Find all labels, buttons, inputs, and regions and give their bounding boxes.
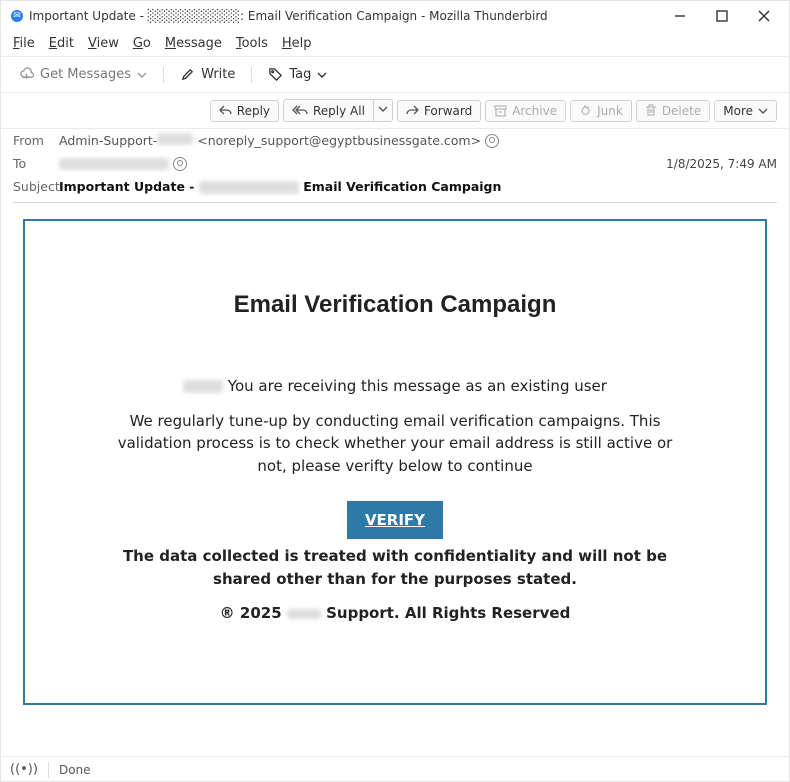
- reply-all-button[interactable]: Reply All: [283, 99, 373, 122]
- maximize-button[interactable]: [707, 4, 737, 28]
- write-label: Write: [201, 67, 235, 82]
- timestamp: 1/8/2025, 7:49 AM: [666, 157, 777, 171]
- email-greeting: You are receiving this message as an exi…: [183, 375, 607, 398]
- chevron-down-icon: [137, 70, 147, 80]
- more-label: More: [723, 104, 753, 118]
- menu-help[interactable]: Help: [282, 36, 312, 51]
- menubar: File Edit View Go Message Tools Help: [1, 31, 789, 57]
- menu-view[interactable]: View: [88, 36, 119, 51]
- email-disclaimer: The data collected is treated with confi…: [115, 545, 675, 590]
- tag-button[interactable]: Tag: [262, 64, 333, 85]
- to-row: To 1/8/2025, 7:49 AM: [13, 152, 777, 175]
- chevron-down-icon: [378, 104, 388, 114]
- email-heading: Email Verification Campaign: [234, 291, 557, 319]
- email-copyright: ® 2025 Support. All Rights Reserved: [220, 602, 571, 625]
- archive-icon: [494, 105, 507, 117]
- statusbar: ((•)) Done: [0, 756, 790, 782]
- cloud-download-icon: [19, 67, 34, 82]
- to-label: To: [13, 156, 59, 171]
- from-label: From: [13, 133, 59, 148]
- delete-button[interactable]: Delete: [636, 100, 710, 122]
- status-text: Done: [59, 763, 91, 777]
- junk-button[interactable]: Junk: [570, 100, 632, 122]
- message-actions: Reply Reply All Forward Archive Junk Del…: [1, 93, 789, 129]
- menu-file[interactable]: File: [13, 36, 35, 51]
- redacted-text: [59, 158, 169, 170]
- email-body-text: We regularly tune-up by conducting email…: [115, 410, 675, 478]
- tag-icon: [268, 67, 283, 82]
- window-title: Important Update - ░░░░░░░░░░: Email Ver…: [29, 9, 665, 23]
- redacted-text: [199, 181, 299, 194]
- subject-value: Important Update - Email Verification Ca…: [59, 179, 501, 194]
- toolbar-separator: [163, 67, 164, 83]
- main-toolbar: Get Messages Write Tag: [1, 57, 789, 93]
- menu-go[interactable]: Go: [133, 36, 151, 51]
- menu-tools[interactable]: Tools: [236, 36, 268, 51]
- minimize-button[interactable]: [665, 4, 695, 28]
- redacted-text: [183, 380, 223, 393]
- chevron-down-icon: [317, 70, 327, 80]
- from-value: Admin-Support- <noreply_support@egyptbus…: [59, 133, 481, 148]
- contact-icon[interactable]: [485, 134, 499, 148]
- more-button[interactable]: More: [714, 100, 777, 122]
- window-titlebar: ✉ Important Update - ░░░░░░░░░░: Email V…: [1, 1, 789, 31]
- forward-icon: [406, 105, 419, 116]
- subject-label: Subject: [13, 179, 59, 194]
- flame-icon: [579, 104, 592, 117]
- statusbar-separator: [48, 762, 49, 778]
- message-headers: From Admin-Support- <noreply_support@egy…: [1, 129, 789, 203]
- get-messages-label: Get Messages: [40, 67, 131, 82]
- get-messages-button[interactable]: Get Messages: [13, 64, 153, 85]
- contact-icon[interactable]: [173, 157, 187, 171]
- reply-icon: [219, 105, 232, 116]
- app-icon: ✉: [11, 10, 23, 22]
- forward-button[interactable]: Forward: [397, 100, 481, 122]
- forward-label: Forward: [424, 104, 472, 118]
- junk-label: Junk: [597, 104, 623, 118]
- message-body: Email Verification Campaign You are rece…: [1, 207, 789, 717]
- email-card: Email Verification Campaign You are rece…: [23, 219, 767, 705]
- pencil-icon: [180, 67, 195, 82]
- subject-row: Subject Important Update - Email Verific…: [13, 175, 777, 203]
- broadcast-icon: ((•)): [10, 762, 38, 777]
- reply-button[interactable]: Reply: [210, 100, 279, 122]
- redacted-text: [287, 609, 321, 619]
- archive-button[interactable]: Archive: [485, 100, 566, 122]
- menu-message[interactable]: Message: [165, 36, 222, 51]
- redacted-text: [157, 133, 193, 145]
- close-button[interactable]: [749, 4, 779, 28]
- reply-all-dropdown[interactable]: [373, 99, 393, 122]
- from-row: From Admin-Support- <noreply_support@egy…: [13, 129, 777, 152]
- chevron-down-icon: [758, 106, 768, 116]
- trash-icon: [645, 104, 657, 117]
- verify-button[interactable]: VERIFY: [347, 501, 443, 539]
- menu-edit[interactable]: Edit: [49, 36, 74, 51]
- write-button[interactable]: Write: [174, 64, 241, 85]
- reply-all-icon: [292, 105, 308, 116]
- tag-label: Tag: [289, 67, 311, 82]
- archive-label: Archive: [512, 104, 557, 118]
- reply-label: Reply: [237, 104, 270, 118]
- delete-label: Delete: [662, 104, 701, 118]
- reply-all-label: Reply All: [313, 104, 365, 118]
- toolbar-separator: [251, 67, 252, 83]
